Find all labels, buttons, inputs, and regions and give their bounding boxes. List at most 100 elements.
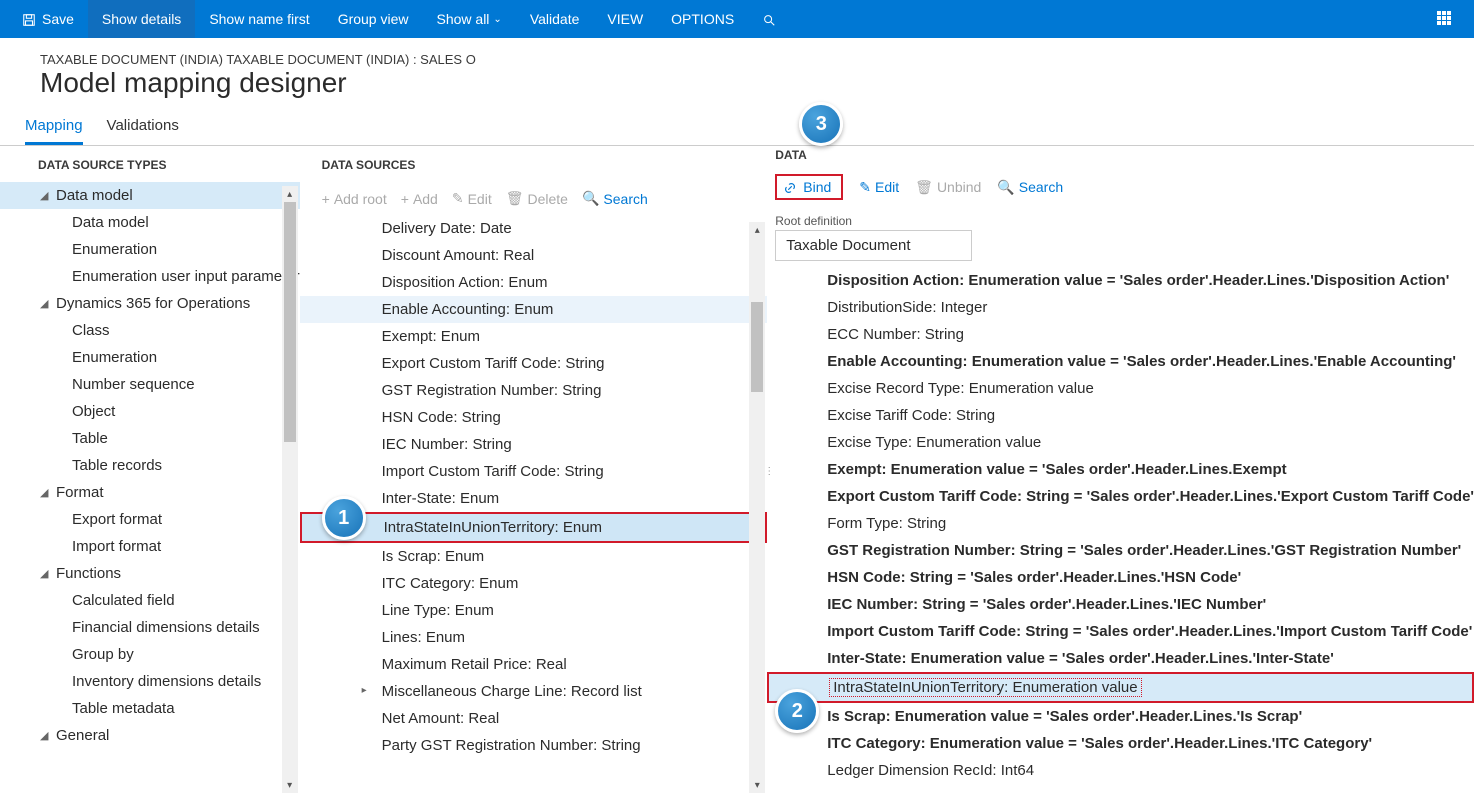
delete-button[interactable]: 🗑Delete [506, 190, 568, 207]
list-item-intrastate[interactable]: IntraStateInUnionTerritory: Enum [300, 512, 768, 543]
list-item[interactable]: Form Type: String [767, 510, 1474, 537]
list-item[interactable]: IEC Number: String = 'Sales order'.Heade… [767, 591, 1474, 618]
model-list[interactable]: Disposition Action: Enumeration value = … [767, 267, 1474, 794]
search-button[interactable]: 🔍Search [582, 190, 648, 207]
list-item[interactable]: Ledger Dimension RecId: Int64 [767, 757, 1474, 784]
list-item[interactable]: Excise Type: Enumeration value [767, 429, 1474, 456]
tree-item[interactable]: Data model [0, 209, 300, 236]
list-item[interactable]: Excise Record Type: Enumeration value [767, 375, 1474, 402]
list-item[interactable]: Export Custom Tariff Code: String [300, 350, 768, 377]
list-item[interactable]: Miscellaneous Charge Line: Record list [300, 678, 768, 705]
tree-item[interactable]: Table records [0, 452, 300, 479]
group-view-button[interactable]: Group view [324, 0, 423, 38]
show-all-button[interactable]: Show all ⌄ [423, 0, 516, 38]
list-item[interactable]: Inter-State: Enum [300, 485, 768, 512]
list-item[interactable]: HSN Code: String = 'Sales order'.Header.… [767, 564, 1474, 591]
tree-item[interactable]: Export format [0, 506, 300, 533]
tree-item[interactable]: ◢Dynamics 365 for Operations [0, 290, 300, 317]
list-item[interactable]: ITC Category: Enumeration value = 'Sales… [767, 730, 1474, 757]
list-item[interactable]: HSN Code: String [300, 404, 768, 431]
list-item-intrastate[interactable]: IntraStateInUnionTerritory: Enumeration … [767, 672, 1474, 703]
list-item[interactable]: Import Custom Tariff Code: String [300, 458, 768, 485]
list-item[interactable]: Exempt: Enumeration value = 'Sales order… [767, 456, 1474, 483]
list-item[interactable]: IEC Number: String [300, 431, 768, 458]
callout-3: 3 [799, 102, 843, 146]
list-item[interactable]: Export Custom Tariff Code: String = 'Sal… [767, 483, 1474, 510]
list-item[interactable]: Lines: Enum [300, 624, 768, 651]
list-item[interactable]: DistributionSide: Integer [767, 294, 1474, 321]
show-name-first-button[interactable]: Show name first [195, 0, 323, 38]
list-item[interactable]: GST Registration Number: String [300, 377, 768, 404]
add-root-button[interactable]: +Add root [322, 191, 387, 207]
list-item[interactable]: Import Custom Tariff Code: String = 'Sal… [767, 618, 1474, 645]
list-item[interactable]: ECC Number: String [767, 321, 1474, 348]
list-item[interactable]: Is Scrap: Enum [300, 543, 768, 570]
model-edit-button[interactable]: ✎Edit [859, 179, 899, 196]
tree-item[interactable]: Import format [0, 533, 300, 560]
scroll-down-icon[interactable]: ▾ [749, 777, 765, 793]
scrollbar-thumb[interactable] [284, 202, 296, 442]
list-item[interactable]: Disposition Action: Enumeration value = … [767, 267, 1474, 294]
tab-validations[interactable]: Validations [107, 111, 179, 145]
scroll-up-icon[interactable]: ▴ [282, 186, 298, 202]
view-menu[interactable]: VIEW [593, 0, 657, 38]
ribbon-search-button[interactable] [748, 0, 790, 38]
add-button[interactable]: +Add [401, 191, 438, 207]
tree-item[interactable]: Enumeration user input parameter [0, 263, 300, 290]
model-toolbar: Bind ✎Edit 🗑Unbind 🔍Search [767, 168, 1474, 206]
list-item[interactable]: Inter-State: Enumeration value = 'Sales … [767, 645, 1474, 672]
tree-item[interactable]: ◢Format [0, 479, 300, 506]
scroll-down-icon[interactable]: ▾ [282, 777, 298, 793]
options-menu[interactable]: OPTIONS [657, 0, 748, 38]
types-header: DATA SOURCE TYPES [0, 146, 300, 182]
list-item[interactable]: Discount Amount: Real [300, 242, 768, 269]
types-list[interactable]: ◢Data model Data model Enumeration Enume… [0, 182, 300, 789]
tree-item[interactable]: Class [0, 317, 300, 344]
office-apps-button[interactable] [1422, 0, 1466, 38]
tree-item[interactable]: Calculated field [0, 587, 300, 614]
tree-item[interactable]: Number sequence [0, 371, 300, 398]
list-item[interactable]: Is Scrap: Enumeration value = 'Sales ord… [767, 703, 1474, 730]
validate-button[interactable]: Validate [516, 0, 594, 38]
model-search-button[interactable]: 🔍Search [997, 179, 1063, 196]
list-item[interactable]: Net Amount: Real [300, 705, 768, 732]
list-item[interactable]: ITC Category: Enum [300, 570, 768, 597]
trash-icon: 🗑 [915, 179, 933, 196]
list-item[interactable]: Delivery Date: Date [300, 215, 768, 242]
list-item[interactable]: Exempt: Enum [300, 323, 768, 350]
tree-item[interactable]: Object [0, 398, 300, 425]
save-button[interactable]: Save [8, 0, 88, 38]
scrollbar[interactable]: ▴ ▾ [282, 186, 298, 793]
sources-toolbar: +Add root +Add ✎Edit 🗑Delete 🔍Search [300, 182, 768, 215]
scrollbar[interactable]: ▴ ▾ [749, 222, 765, 793]
root-definition-value[interactable]: Taxable Document [775, 230, 971, 261]
tree-item[interactable]: Group by [0, 641, 300, 668]
tree-item[interactable]: Enumeration [0, 236, 300, 263]
tree-item[interactable]: Table metadata [0, 695, 300, 722]
tab-mapping[interactable]: Mapping [25, 111, 83, 145]
list-item[interactable]: Line Type: Enum [300, 597, 768, 624]
tree-item[interactable]: Inventory dimensions details [0, 668, 300, 695]
show-details-button[interactable]: Show details [88, 0, 195, 38]
tree-item[interactable]: Enumeration [0, 344, 300, 371]
list-item[interactable]: Enable Accounting: Enum [300, 296, 768, 323]
page-title: Model mapping designer [0, 67, 1474, 111]
tree-item[interactable]: ◢Data model [0, 182, 300, 209]
list-item[interactable]: Enable Accounting: Enumeration value = '… [767, 348, 1474, 375]
edit-button[interactable]: ✎Edit [452, 190, 492, 207]
unbind-button[interactable]: 🗑Unbind [915, 179, 981, 196]
list-item[interactable]: Party GST Registration Number: String [300, 732, 768, 759]
tree-item[interactable]: ◢General [0, 722, 300, 749]
sources-list[interactable]: Delivery Date: Date Discount Amount: Rea… [300, 215, 768, 786]
tree-item[interactable]: Table [0, 425, 300, 452]
scroll-up-icon[interactable]: ▴ [749, 222, 765, 238]
list-item[interactable]: Maximum Retail Price: Real [300, 651, 768, 678]
list-item[interactable]: Disposition Action: Enum [300, 269, 768, 296]
tree-item[interactable]: Financial dimensions details [0, 614, 300, 641]
list-item[interactable]: Excise Tariff Code: String [767, 402, 1474, 429]
tabs: Mapping Validations [0, 111, 1474, 146]
scrollbar-thumb[interactable] [751, 302, 763, 392]
bind-button[interactable]: Bind [775, 174, 843, 200]
list-item[interactable]: GST Registration Number: String = 'Sales… [767, 537, 1474, 564]
tree-item[interactable]: ◢Functions [0, 560, 300, 587]
